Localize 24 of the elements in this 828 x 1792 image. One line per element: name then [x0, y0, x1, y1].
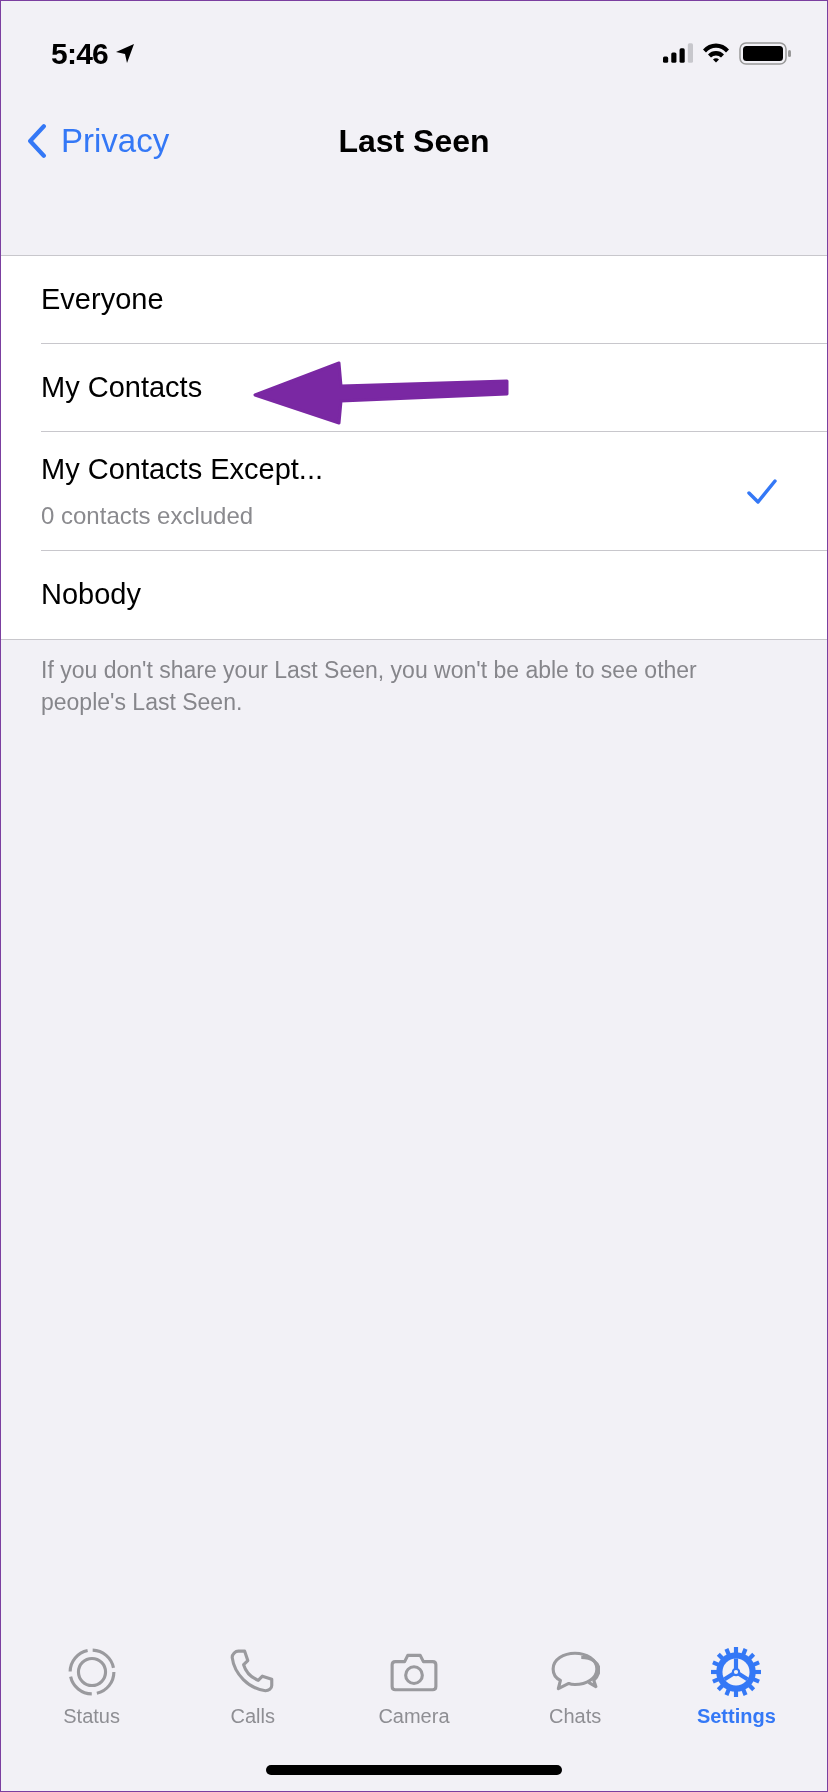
option-row[interactable]: Everyone — [41, 256, 827, 344]
wifi-icon — [701, 42, 731, 64]
option-label: Nobody — [41, 577, 141, 613]
back-chevron-icon — [27, 124, 47, 158]
settings-icon — [711, 1647, 762, 1697]
option-row[interactable]: My Contacts Except... 0 contacts excluded — [41, 432, 827, 551]
battery-icon — [739, 41, 791, 65]
tab-button[interactable]: Calls — [182, 1647, 323, 1731]
signal-icon — [663, 43, 693, 63]
option-row[interactable]: Nobody — [41, 551, 827, 639]
option-subtitle: 0 contacts excluded — [41, 500, 254, 531]
option-label: My Contacts — [41, 369, 203, 405]
option-label: Everyone — [41, 281, 164, 317]
option-label: My Contacts Except... — [41, 452, 324, 488]
status-rings-icon — [66, 1647, 117, 1697]
tab-button[interactable]: Camera — [343, 1647, 484, 1731]
back-button[interactable]: Privacy — [1, 116, 170, 166]
page-title: Last Seen — [338, 122, 490, 161]
tab-button[interactable]: Status — [21, 1647, 162, 1731]
location-arrow-icon — [114, 42, 137, 64]
tab-button[interactable]: Settings — [666, 1647, 807, 1731]
tab-button[interactable]: Chats — [505, 1647, 646, 1731]
footer-note: If you don't share your Last Seen, you won't be able to see other people's Last Seen. — [41, 656, 698, 717]
status-time: 5:46 — [51, 35, 109, 72]
